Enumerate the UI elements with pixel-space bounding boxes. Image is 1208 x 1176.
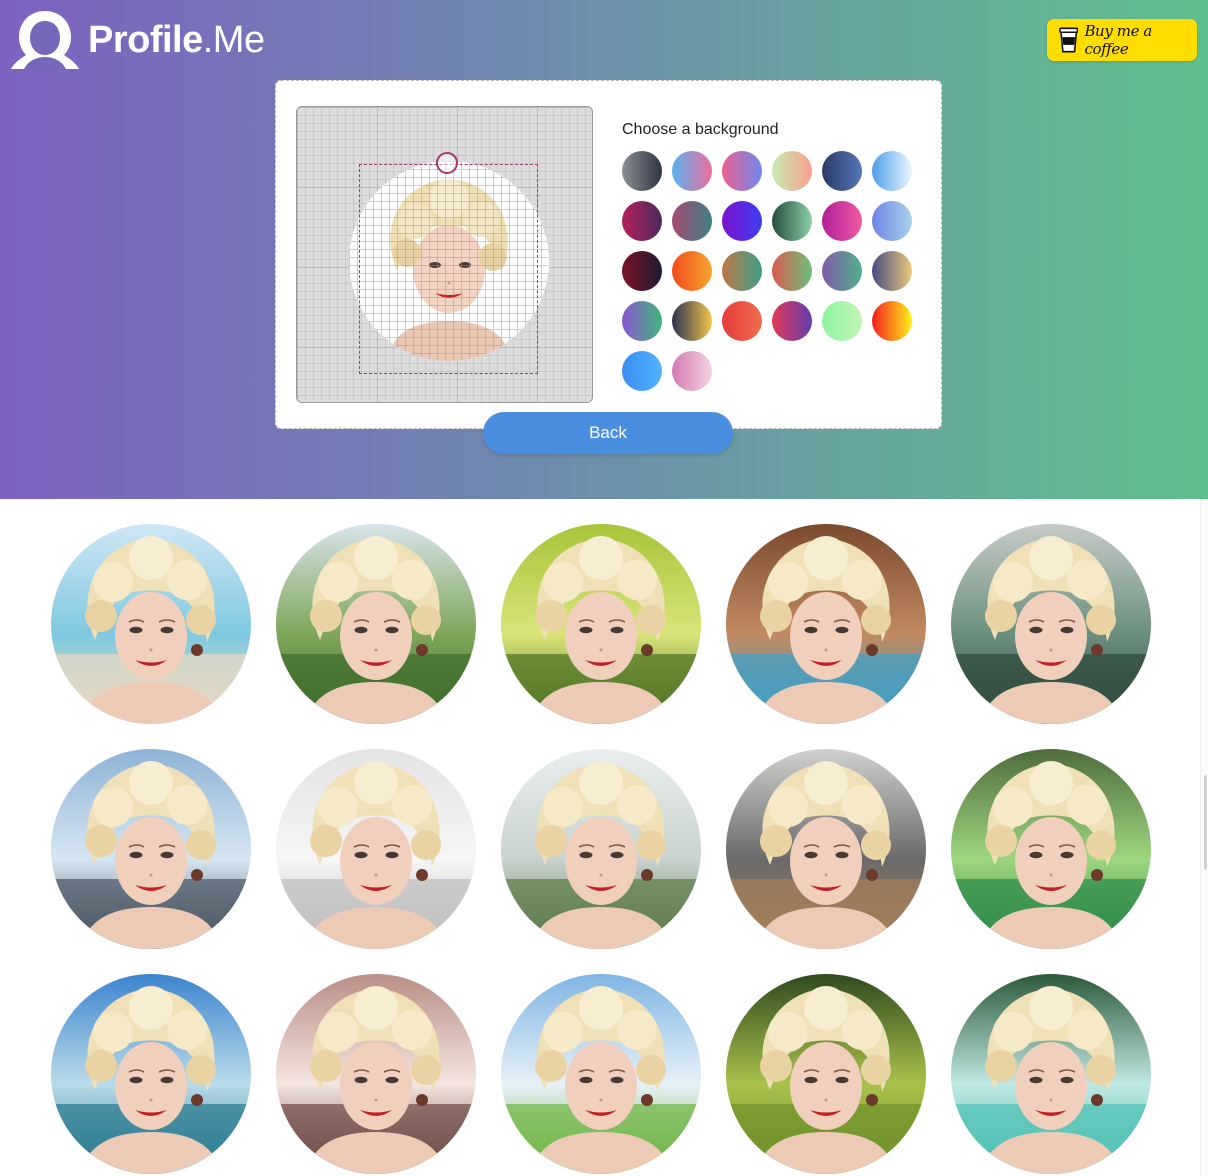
avatar-image xyxy=(501,974,701,1174)
avatar-image xyxy=(51,524,251,724)
brand-light: .Me xyxy=(202,19,265,61)
rotate-handle[interactable] xyxy=(436,152,458,174)
avatar-image xyxy=(951,524,1151,724)
avatar-option-mountain-lake[interactable] xyxy=(951,524,1151,724)
background-swatch[interactable] xyxy=(822,251,862,291)
avatar-image xyxy=(51,749,251,949)
avatar-image xyxy=(726,524,926,724)
avatar-option-sea-cave[interactable] xyxy=(726,524,926,724)
background-swatch[interactable] xyxy=(822,301,862,341)
avatar-option-green-valley[interactable] xyxy=(276,524,476,724)
avatar-option-bright-office[interactable] xyxy=(501,749,701,949)
avatar-option-beach[interactable] xyxy=(51,524,251,724)
avatar-option-river-rapids[interactable] xyxy=(951,974,1151,1174)
brand-name: Profile.Me xyxy=(88,20,265,60)
scrollbar-thumb[interactable] xyxy=(1204,775,1207,870)
background-swatch[interactable] xyxy=(872,251,912,291)
background-swatch[interactable] xyxy=(672,151,712,191)
avatar-option-jungle-light[interactable] xyxy=(501,524,701,724)
avatar-image xyxy=(51,974,251,1174)
background-swatch[interactable] xyxy=(622,201,662,241)
avatar-option-bokeh[interactable] xyxy=(276,974,476,1174)
avatar-option-glass-office[interactable] xyxy=(51,749,251,949)
avatar-option-tree-field[interactable] xyxy=(726,974,926,1174)
background-label: Choose a background xyxy=(622,121,779,138)
coffee-cup-icon xyxy=(1059,27,1079,53)
background-swatch[interactable] xyxy=(672,251,712,291)
avatar-image xyxy=(726,974,926,1174)
background-swatch[interactable] xyxy=(722,201,762,241)
avatar-option-meadow-sky[interactable] xyxy=(501,974,701,1174)
avatar-image xyxy=(276,974,476,1174)
avatar-image xyxy=(276,749,476,949)
background-swatch[interactable] xyxy=(772,151,812,191)
background-swatch[interactable] xyxy=(722,251,762,291)
buy-me-a-coffee-button[interactable]: Buy me a coffee xyxy=(1047,19,1197,61)
background-swatch[interactable] xyxy=(622,251,662,291)
background-swatch[interactable] xyxy=(872,301,912,341)
background-swatches xyxy=(622,151,922,391)
hero-banner: Profile.Me Buy me a coffee Choose a back… xyxy=(0,0,1208,499)
avatar-option-white-office[interactable] xyxy=(276,749,476,949)
avatar-option-forest-stream[interactable] xyxy=(951,749,1151,949)
crop-canvas[interactable] xyxy=(296,106,593,403)
coffee-label: Buy me a coffee xyxy=(1084,22,1152,58)
profile-silhouette-icon xyxy=(11,11,79,69)
background-swatch[interactable] xyxy=(622,351,662,391)
background-swatch[interactable] xyxy=(722,301,762,341)
background-swatch[interactable] xyxy=(772,251,812,291)
avatar-image xyxy=(501,524,701,724)
avatar-image xyxy=(726,749,926,949)
avatar-image xyxy=(951,749,1151,949)
background-swatch[interactable] xyxy=(622,151,662,191)
avatar-option-wood-office[interactable] xyxy=(726,749,926,949)
avatar-image xyxy=(951,974,1151,1174)
background-swatch[interactable] xyxy=(772,301,812,341)
editor-card: Choose a background xyxy=(275,80,942,429)
crop-selection[interactable] xyxy=(359,164,538,374)
background-swatch[interactable] xyxy=(672,201,712,241)
avatar-option-harbor[interactable] xyxy=(51,974,251,1174)
background-swatch[interactable] xyxy=(722,151,762,191)
background-swatch[interactable] xyxy=(822,201,862,241)
brand-bold: Profile xyxy=(88,19,203,61)
background-swatch[interactable] xyxy=(872,201,912,241)
back-button[interactable]: Back xyxy=(483,412,733,454)
background-swatch[interactable] xyxy=(822,151,862,191)
background-swatch[interactable] xyxy=(872,151,912,191)
avatar-image xyxy=(501,749,701,949)
background-swatch[interactable] xyxy=(772,201,812,241)
background-swatch[interactable] xyxy=(672,301,712,341)
background-swatch[interactable] xyxy=(672,351,712,391)
background-swatch[interactable] xyxy=(622,301,662,341)
avatar-image xyxy=(276,524,476,724)
logo[interactable]: Profile.Me xyxy=(10,9,265,71)
